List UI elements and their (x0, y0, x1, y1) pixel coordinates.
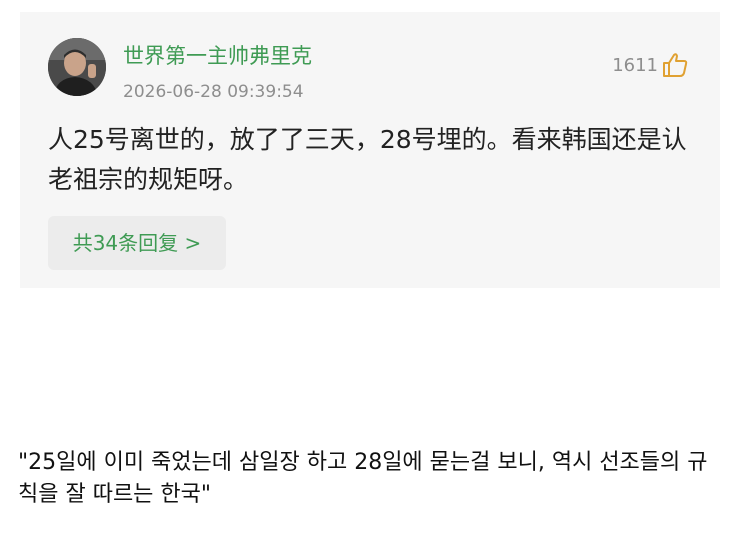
avatar[interactable] (48, 38, 106, 96)
comment-text: 人25号离世的，放了了三天，28号埋的。看来韩国还是认老祖宗的规矩呀。 (48, 125, 687, 194)
like-button[interactable]: 1611 (612, 50, 690, 80)
thumbs-up-icon[interactable] (660, 50, 690, 80)
translation-caption: "25일에 이미 죽었는데 삼일장 하고 28일에 묻는걸 보니, 역시 선조들… (18, 450, 708, 507)
page: 世界第一主帅弗里克 2026-06-28 09:39:54 1611 人25号离… (0, 0, 740, 533)
comment-card: 世界第一主帅弗里克 2026-06-28 09:39:54 1611 人25号离… (20, 12, 720, 288)
view-replies-button[interactable]: 共34条回复 > (48, 216, 226, 270)
comment-timestamp: 2026-06-28 09:39:54 (123, 82, 304, 102)
username[interactable]: 世界第一主帅弗里克 (123, 40, 312, 70)
avatar-image (48, 38, 106, 96)
like-count: 1611 (612, 54, 658, 76)
